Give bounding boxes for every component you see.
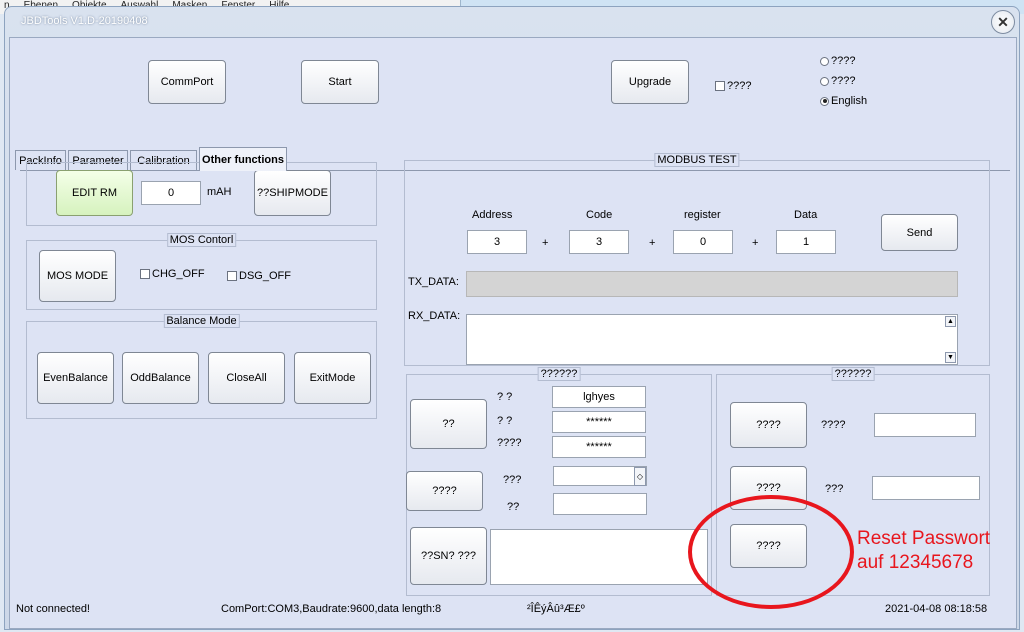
balance-group-title: Balance Mode (163, 314, 240, 328)
right-field-1[interactable] (875, 414, 975, 436)
send-button[interactable]: Send (881, 214, 958, 251)
sub-input[interactable] (553, 493, 647, 515)
modbus-data-input[interactable] (776, 230, 836, 254)
close-icon: ✕ (997, 13, 1009, 30)
reset-group-title: ?????? (831, 367, 875, 381)
shipmode-button[interactable]: ??SHIPMODE (254, 170, 331, 216)
status-datetime: 2021-04-08 08:18:58 (885, 603, 988, 615)
query-button[interactable]: ???? (406, 471, 483, 511)
modbus-code-field[interactable] (570, 231, 628, 253)
even-balance-button[interactable]: EvenBalance (37, 352, 114, 404)
radio-label: English (831, 95, 868, 107)
password-action-button[interactable]: ?? (410, 399, 487, 449)
modbus-header-address: Address (472, 209, 513, 221)
plus-sign: + (542, 237, 549, 249)
modbus-code-input[interactable] (569, 230, 629, 254)
scroll-up-icon[interactable]: ▲ (945, 316, 956, 327)
sn-button[interactable]: ??SN? ??? (410, 527, 487, 585)
status-connection: Not connected! (16, 603, 90, 615)
modbus-data-field[interactable] (777, 231, 835, 253)
rm-value-input[interactable] (141, 181, 201, 205)
checkbox-box[interactable] (715, 81, 725, 91)
rx-data-label: RX_DATA: (408, 310, 461, 322)
password-field[interactable] (553, 412, 645, 432)
modbus-group-title: MODBUS TEST (654, 153, 740, 167)
row-label: ???? (497, 437, 522, 449)
right-label-1: ???? (821, 419, 846, 431)
sub-field[interactable] (554, 494, 646, 514)
edit-rm-button[interactable]: EDIT RM (56, 170, 133, 216)
checkbox-label: ???? (727, 80, 752, 92)
rm-unit-label: mAH (207, 186, 232, 198)
spin-icon[interactable]: ◇ (634, 467, 646, 486)
modbus-header-data: Data (794, 209, 818, 221)
sub-label: ?? (507, 501, 520, 513)
checkbox-box[interactable] (140, 269, 150, 279)
tx-data-label: TX_DATA: (408, 276, 459, 288)
plus-sign: + (752, 237, 759, 249)
chg-off-checkbox[interactable]: CHG_OFF (140, 268, 205, 280)
status-garbled: ²ÎÊýÂû³Æ£º (527, 603, 585, 615)
dsg-off-checkbox[interactable]: DSG_OFF (227, 270, 291, 282)
modbus-address-field[interactable] (468, 231, 526, 253)
password-group-title: ?????? (537, 367, 581, 381)
username-input[interactable] (552, 386, 646, 408)
row-label: ? ? (497, 391, 513, 403)
exit-mode-button[interactable]: ExitMode (294, 352, 371, 404)
modbus-address-input[interactable] (467, 230, 527, 254)
tx-data-field (466, 271, 958, 297)
radio-circle[interactable] (820, 56, 829, 66)
annotation-circle (688, 495, 854, 609)
modbus-header-code: Code (586, 209, 613, 221)
scroll-down-icon[interactable]: ▼ (945, 352, 956, 363)
annotation-text-line2: auf 12345678 (857, 552, 974, 573)
start-button[interactable]: Start (301, 60, 379, 104)
row-label: ? ? (497, 415, 513, 427)
radio-circle[interactable] (820, 76, 829, 86)
lang-radio-2[interactable]: ???? (820, 75, 855, 87)
right-action-button-1[interactable]: ???? (730, 402, 807, 448)
rm-value-field[interactable] (142, 182, 200, 204)
right-input-1[interactable] (874, 413, 976, 437)
mos-mode-button[interactable]: MOS MODE (39, 250, 116, 302)
combo-label: ??? (503, 474, 522, 486)
password-confirm-field[interactable] (553, 437, 645, 457)
close-all-button[interactable]: CloseAll (208, 352, 285, 404)
password-confirm-input[interactable] (552, 436, 646, 458)
odd-balance-button[interactable]: OddBalance (122, 352, 199, 404)
right-field-2[interactable] (873, 477, 979, 499)
upgrade-button[interactable]: Upgrade (611, 60, 689, 104)
password-input[interactable] (552, 411, 646, 433)
right-input-2[interactable] (872, 476, 980, 500)
plus-sign: + (649, 237, 656, 249)
rx-data-textarea[interactable]: ▲ ▼ (466, 314, 958, 365)
close-button[interactable]: ✕ (991, 10, 1015, 34)
username-field[interactable] (553, 387, 645, 407)
sn-textarea[interactable] (490, 529, 708, 585)
lang-radio-1[interactable]: ???? (820, 55, 855, 67)
checkbox-box[interactable] (227, 271, 237, 281)
right-label-2: ??? (825, 483, 844, 495)
upgrade-checkbox[interactable]: ???? (715, 80, 751, 92)
annotation-text-line1: Reset Passwort (857, 528, 991, 549)
status-port: ComPort:COM3,Baudrate:9600,data length:8 (221, 603, 442, 615)
radio-label: ???? (831, 75, 856, 87)
modbus-register-field[interactable] (674, 231, 732, 253)
radio-circle-selected[interactable] (820, 96, 829, 106)
checkbox-label: CHG_OFF (152, 268, 205, 280)
window-title: JBDTools V1.D-20190408 (21, 15, 148, 27)
modbus-header-register: register (684, 209, 721, 221)
combo-select[interactable]: ◇ (553, 466, 647, 486)
tab-other-functions[interactable]: Other functions (199, 147, 287, 171)
modbus-register-input[interactable] (673, 230, 733, 254)
radio-label: ???? (831, 55, 856, 67)
mos-group-title: MOS Contorl (166, 233, 237, 247)
lang-radio-english[interactable]: English (820, 95, 867, 107)
commport-button[interactable]: CommPort (148, 60, 226, 104)
checkbox-label: DSG_OFF (239, 270, 291, 282)
